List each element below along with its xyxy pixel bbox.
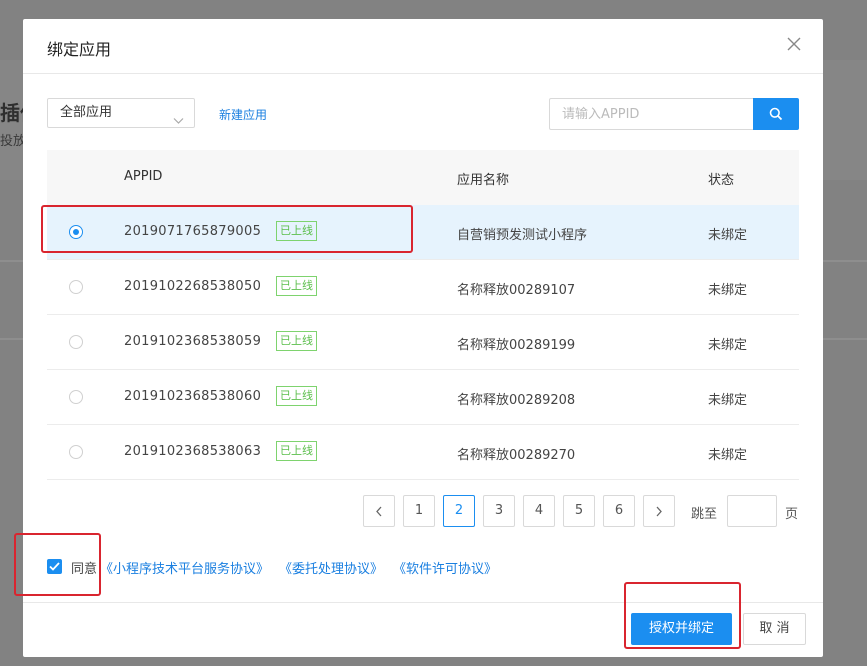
bind-status-cell: 未绑定 [708,338,748,353]
page-4-button[interactable]: 4 [523,495,555,527]
highlight-box-confirm [624,582,741,649]
table-header: APPID 应用名称 状态 [47,150,799,205]
close-icon[interactable] [783,33,805,55]
appid-cell: 2019102268538050 [124,279,262,294]
app-name-cell: 名称释放00289107 [457,283,576,298]
chevron-left-icon [376,506,382,517]
row-radio[interactable] [69,390,83,404]
bind-app-dialog: 绑定应用 全部应用 新建应用 APPID 应用名称 状态 20190717658… [23,19,823,657]
status-badge: 已上线 [276,441,317,461]
chevron-down-icon [173,108,184,136]
service-agreement-link[interactable]: 《小程序技术平台服务协议》 [100,558,269,577]
table-row[interactable]: 2019102368538059 已上线 名称释放00289199 未绑定 [47,315,799,370]
appid-search-input[interactable] [549,98,754,130]
software-license-link[interactable]: 《软件许可协议》 [393,558,497,577]
bind-status-cell: 未绑定 [708,448,748,463]
page-5-button[interactable]: 5 [563,495,595,527]
search-icon [769,107,783,121]
row-radio[interactable] [69,280,83,294]
pagination: 1 2 3 4 5 6 跳至 页 [363,495,799,527]
app-name-cell: 名称释放00289208 [457,393,576,408]
chevron-right-icon [656,506,662,517]
dialog-header: 绑定应用 [23,19,823,74]
goto-page-input[interactable] [727,495,777,527]
status-badge: 已上线 [276,276,317,296]
highlight-box-selected-row [41,205,413,253]
prev-page-button[interactable] [363,495,395,527]
entrust-agreement-link[interactable]: 《委托处理协议》 [279,558,383,577]
table-row[interactable]: 2019102368538063 已上线 名称释放00289270 未绑定 [47,425,799,480]
row-radio[interactable] [69,445,83,459]
column-header-appid: APPID [124,169,163,184]
app-type-select-value: 全部应用 [60,105,113,120]
page-2-button[interactable]: 2 [443,495,475,527]
highlight-box-agreement [14,533,101,596]
page-6-button[interactable]: 6 [603,495,635,527]
app-name-cell: 名称释放00289270 [457,448,576,463]
page-suffix-label: 页 [785,507,799,522]
page-1-button[interactable]: 1 [403,495,435,527]
next-page-button[interactable] [643,495,675,527]
appid-cell: 2019102368538060 [124,389,262,404]
app-type-select[interactable]: 全部应用 [47,98,195,128]
status-badge: 已上线 [276,386,317,406]
column-header-status: 状态 [708,173,735,188]
bind-status-cell: 未绑定 [708,228,748,243]
table-row[interactable]: 2019102368538060 已上线 名称释放00289208 未绑定 [47,370,799,425]
row-radio[interactable] [69,335,83,349]
cancel-button[interactable]: 取 消 [743,613,806,645]
status-badge: 已上线 [276,331,317,351]
table-row[interactable]: 2019102268538050 已上线 名称释放00289107 未绑定 [47,260,799,315]
bind-status-cell: 未绑定 [708,393,748,408]
app-name-cell: 名称释放00289199 [457,338,576,353]
page-3-button[interactable]: 3 [483,495,515,527]
app-name-cell: 自营销预发测试小程序 [457,228,588,243]
bind-status-cell: 未绑定 [708,283,748,298]
appid-cell: 2019102368538059 [124,334,262,349]
dialog-title: 绑定应用 [47,40,112,59]
new-app-link[interactable]: 新建应用 [219,106,267,123]
column-header-name: 应用名称 [457,173,510,188]
search-button[interactable] [753,98,799,130]
goto-label: 跳至 [691,507,718,522]
appid-cell: 2019102368538063 [124,444,262,459]
